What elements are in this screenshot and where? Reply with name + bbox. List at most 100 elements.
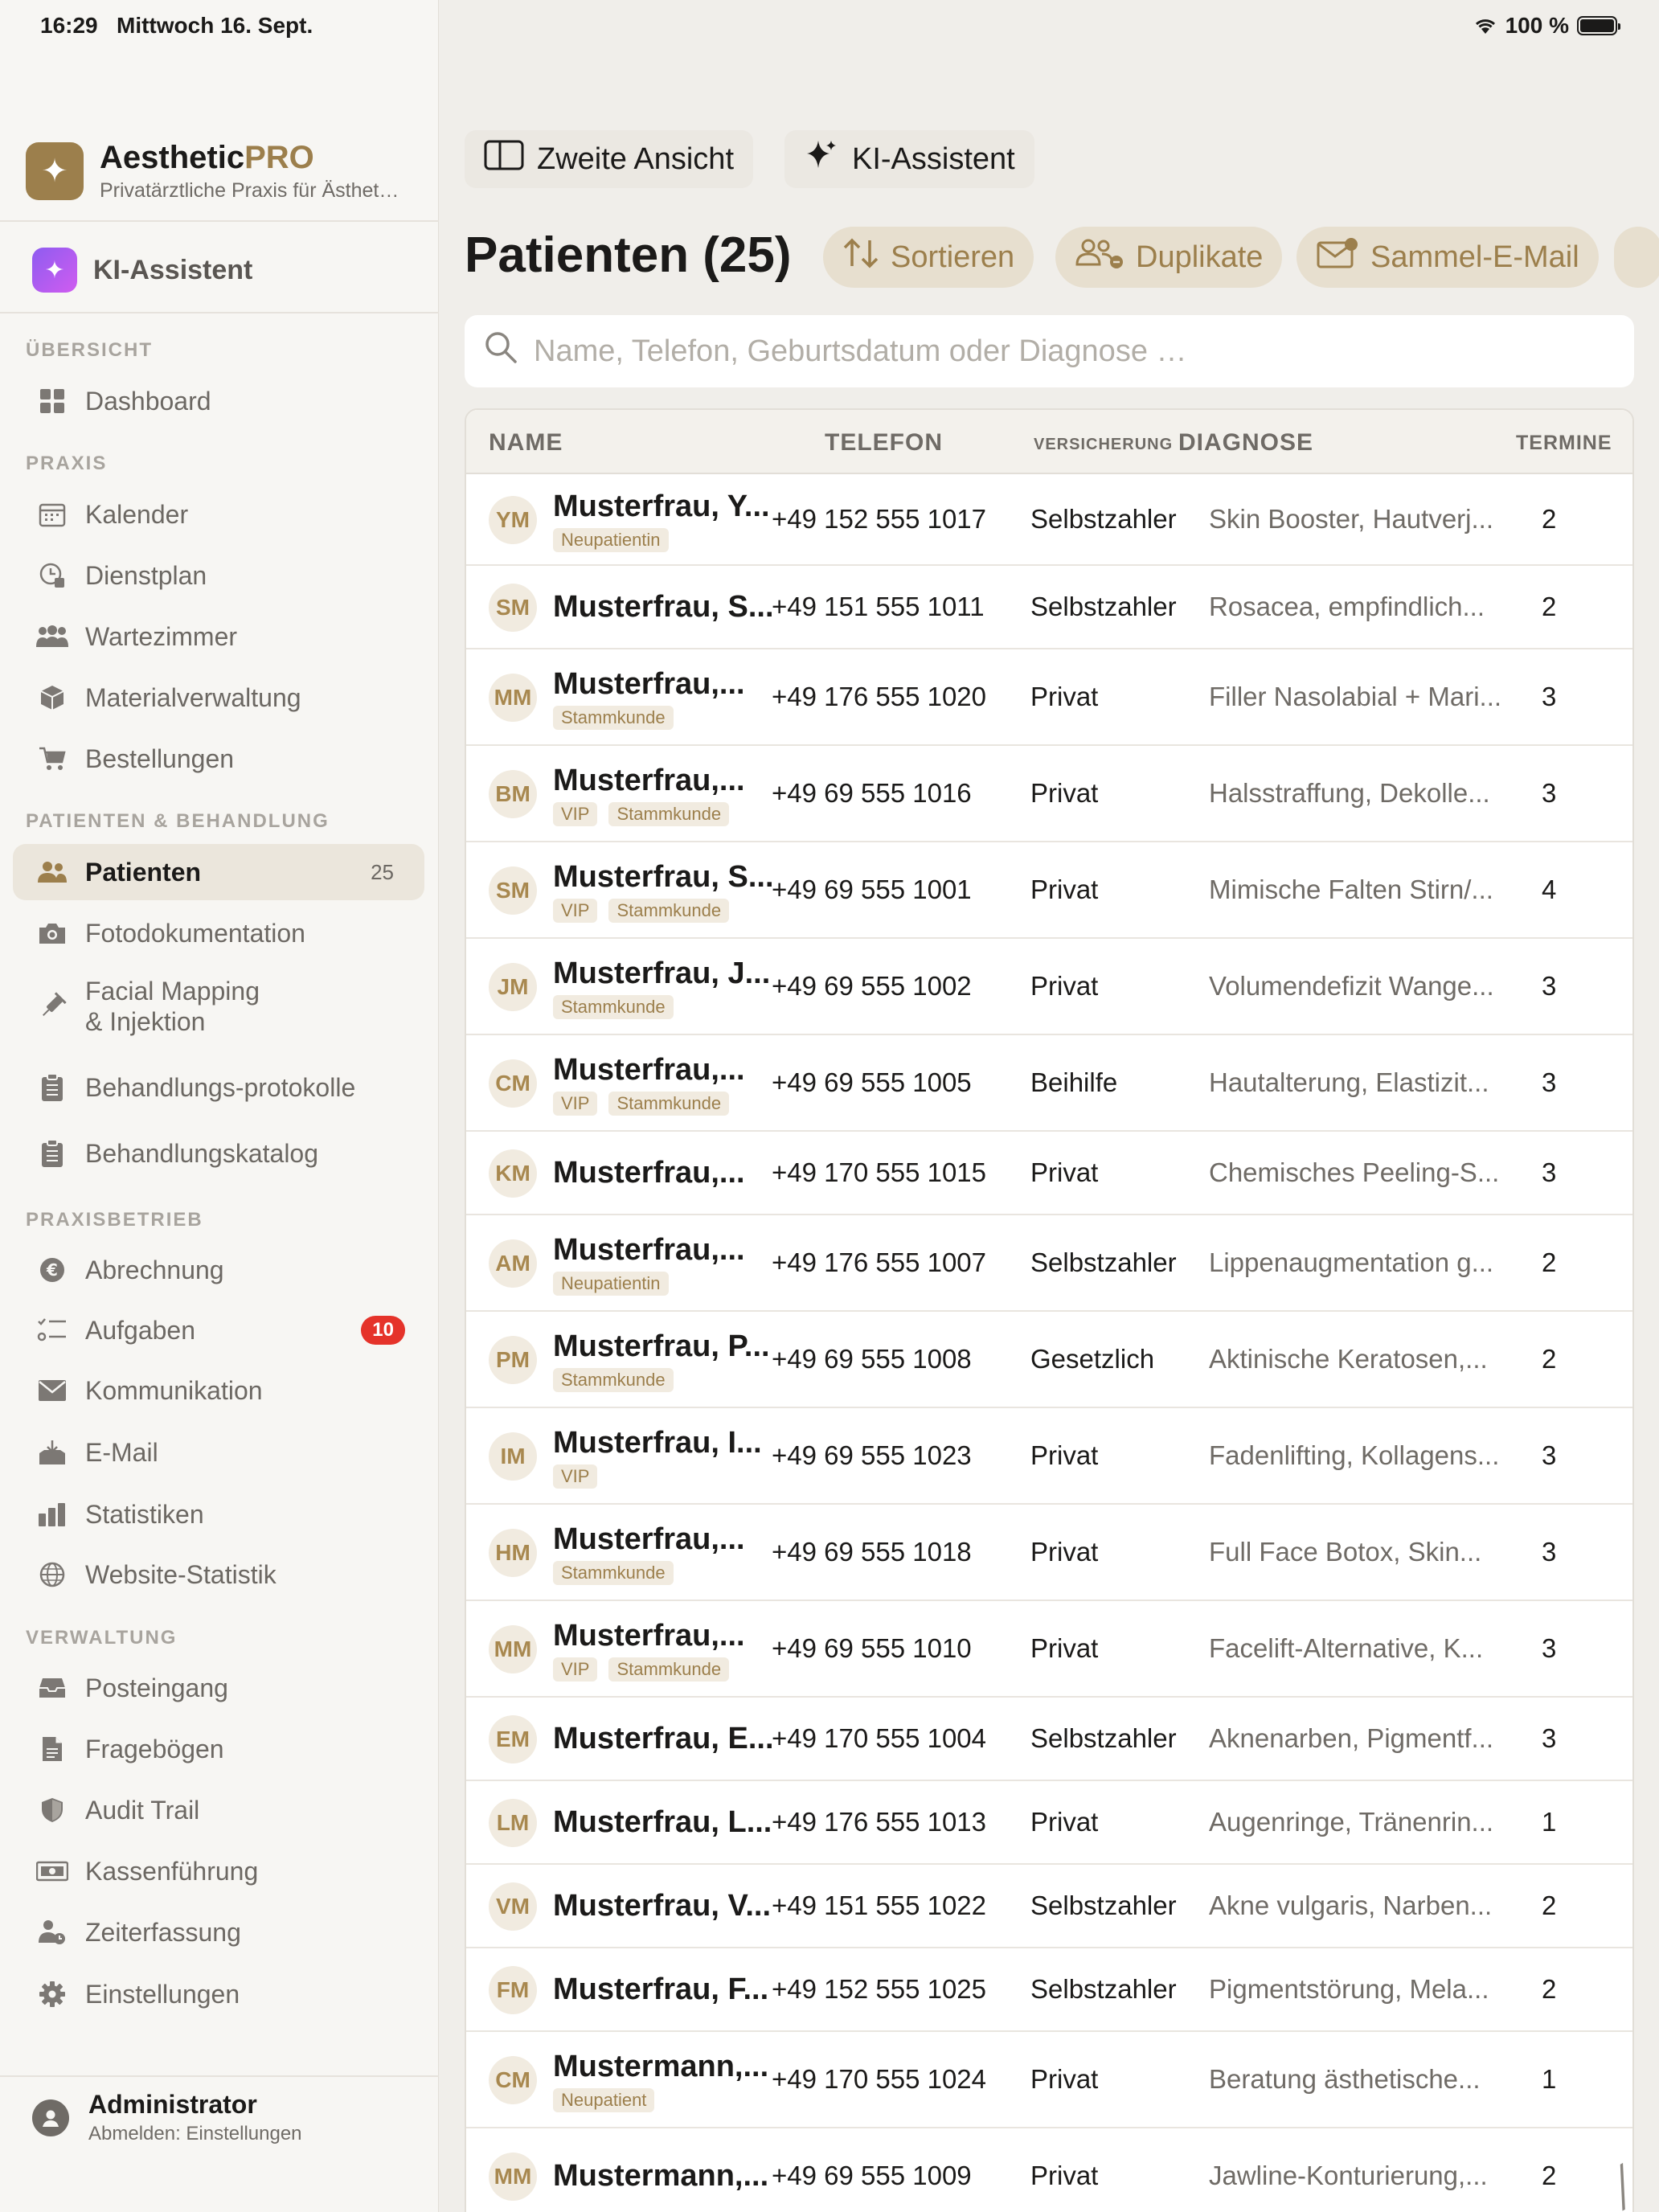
patient-insurance: Selbstzahler xyxy=(1030,504,1177,534)
patient-tags: Neupatientin xyxy=(553,528,669,552)
duplicates-button[interactable]: Duplikate xyxy=(1055,227,1283,288)
patient-insurance: Privat xyxy=(1030,2064,1099,2094)
table-row[interactable]: FM Musterfrau, F... +49 152 555 1025 Selbst… xyxy=(466,1948,1632,2032)
status-indicators: 100 % xyxy=(1473,13,1620,39)
patient-tags: Neupatientin xyxy=(553,1272,669,1296)
sidebar-item-behandlungskatalog[interactable]: Behandlungskatalog xyxy=(13,1125,424,1182)
patient-name: Musterfrau,... xyxy=(553,1053,745,1087)
sidebar-item-fotodokumentation[interactable]: Fotodokumentation xyxy=(13,905,424,961)
sidebar-item-website-statistik[interactable]: Website-Statistik xyxy=(13,1546,424,1603)
mass-mail-button[interactable]: Sammel-E-Mail xyxy=(1296,227,1599,288)
sidebar-item-abrechnung[interactable]: € Abrechnung xyxy=(13,1242,424,1298)
table-row[interactable]: MM Mustermann,... +49 69 555 1009 Privat Jaw… xyxy=(466,2128,1632,2212)
table-row[interactable]: CM Mustermann,... Neupatient +49 170 555 10… xyxy=(466,2032,1632,2128)
sidebar-item-patienten[interactable]: Patienten 25 xyxy=(13,844,424,900)
sidebar-item-statistiken[interactable]: Statistiken xyxy=(13,1486,424,1542)
patient-phone: +49 69 555 1005 xyxy=(772,1067,972,1097)
patient-insurance: Privat xyxy=(1030,1633,1099,1663)
patient-appointments: 3 xyxy=(1542,1067,1557,1097)
ki-assistant-button[interactable]: ✦ KI-Assistent xyxy=(32,248,252,293)
sidebar-item-posteingang[interactable]: Posteingang xyxy=(13,1660,424,1716)
table-row[interactable]: BM Musterfrau,... VIP Stammkunde +49 69 555 … xyxy=(466,746,1632,842)
patient-phone: +49 152 555 1025 xyxy=(772,1974,987,2004)
table-row[interactable]: KM Musterfrau,... +49 170 555 1015 Privat Ch… xyxy=(466,1132,1632,1215)
patient-insurance: Selbstzahler xyxy=(1030,1890,1177,1920)
patient-diagnosis: Aktinische Keratosen,... xyxy=(1209,1344,1488,1374)
table-row[interactable]: MM Musterfrau,... Stammkunde +49 176 555 10… xyxy=(466,649,1632,746)
patient-diagnosis: Augenringe, Tränenrin... xyxy=(1209,1807,1494,1837)
patient-insurance: Privat xyxy=(1030,1537,1099,1567)
people-minus-icon xyxy=(1075,237,1124,277)
patient-appointments: 2 xyxy=(1542,1344,1557,1374)
patient-name: Musterfrau, F... xyxy=(553,1972,769,2006)
patient-tags: Stammkunde xyxy=(553,995,674,1019)
sidebar-item-bestellungen[interactable]: Bestellungen xyxy=(13,731,424,787)
search-bar[interactable] xyxy=(465,315,1634,387)
patient-name: Musterfrau, S... xyxy=(553,860,772,894)
patient-insurance: Gesetzlich xyxy=(1030,1344,1155,1374)
patient-avatar: MM xyxy=(489,2153,537,2201)
column-header-insurance[interactable]: VERSICHERUNG xyxy=(1034,436,1173,454)
duplicates-label: Duplikate xyxy=(1136,240,1264,274)
svg-text:€: € xyxy=(46,1260,58,1280)
patient-avatar: FM xyxy=(489,1966,537,2014)
people-icon xyxy=(34,854,71,891)
user-account[interactable]: Administrator Abmelden: Einstellungen xyxy=(32,2090,302,2145)
ki-assistant-toolbar-button[interactable]: KI-Assistent xyxy=(784,130,1034,188)
column-header-name[interactable]: NAME xyxy=(489,429,563,457)
patient-appointments: 2 xyxy=(1542,504,1557,534)
table-row[interactable]: PM Musterfrau, P... Stammkunde +49 69 555 1… xyxy=(466,1312,1632,1408)
column-header-diagnosis[interactable]: DIAGNOSE xyxy=(1178,429,1313,457)
table-row[interactable]: IM Musterfrau, I... VIP +49 69 555 1023 Priv… xyxy=(466,1408,1632,1505)
sidebar-item-audit-trail[interactable]: Audit Trail xyxy=(13,1782,424,1838)
table-row[interactable]: SM Musterfrau, S... VIP Stammkunde +49 69 55… xyxy=(466,842,1632,939)
sidebar-item-zeiterfassung[interactable]: Zeiterfassung xyxy=(13,1904,424,1960)
sparkles-icon xyxy=(804,137,839,181)
more-actions-button[interactable] xyxy=(1614,227,1659,288)
table-row[interactable]: YM Musterfrau, Y... Neupatientin +49 152 55… xyxy=(466,474,1632,566)
sidebar-item-kalender[interactable]: Kalender xyxy=(13,486,424,543)
table-row[interactable]: JM Musterfrau, J... Stammkunde +49 69 555 1… xyxy=(466,939,1632,1035)
second-view-button[interactable]: Zweite Ansicht xyxy=(465,130,753,188)
patient-avatar: PM xyxy=(489,1336,537,1384)
table-row[interactable]: MM Musterfrau,... VIP Stammkunde +49 69 555 … xyxy=(466,1601,1632,1698)
table-row[interactable]: CM Musterfrau,... VIP Stammkunde +49 69 555 … xyxy=(466,1035,1632,1132)
sidebar-item-email[interactable]: E-Mail xyxy=(13,1424,424,1481)
person-clock-icon xyxy=(34,1914,71,1951)
clock-calendar-icon xyxy=(34,557,71,594)
sidebar-item-label: Fotodokumentation xyxy=(85,918,305,948)
patient-avatar: EM xyxy=(489,1715,537,1763)
table-row[interactable]: LM Musterfrau, L... +49 176 555 1013 Privat… xyxy=(466,1781,1632,1865)
brand[interactable]: ✦ AestheticPRO Privatärztliche Praxis fü… xyxy=(26,140,429,203)
sidebar-item-frageboegen[interactable]: Fragebögen xyxy=(13,1721,424,1777)
sidebar-item-dienstplan[interactable]: Dienstplan xyxy=(13,547,424,604)
sidebar-item-kommunikation[interactable]: Kommunikation xyxy=(13,1362,424,1419)
patient-diagnosis: Filler Nasolabial + Mari... xyxy=(1209,682,1502,711)
sidebar-item-kassenfuehrung[interactable]: Kassenführung xyxy=(13,1843,424,1899)
table-row[interactable]: SM Musterfrau, S... +49 151 555 1011 Selbst… xyxy=(466,566,1632,649)
table-row[interactable]: VM Musterfrau, V... +49 151 555 1022 Selbst… xyxy=(466,1865,1632,1948)
sidebar-item-label: Statistiken xyxy=(85,1499,204,1529)
sidebar-item-wartezimmer[interactable]: Wartezimmer xyxy=(13,608,424,665)
sidebar-item-behandlungsprotokolle[interactable]: Behandlungs-protokolle xyxy=(13,1059,424,1116)
table-row[interactable]: EM Musterfrau, E... +49 170 555 1004 Selbst… xyxy=(466,1698,1632,1781)
sidebar-item-aufgaben[interactable]: Aufgaben 10 xyxy=(13,1302,424,1358)
patient-diagnosis: Pigmentstörung, Mela... xyxy=(1209,1974,1489,2004)
sidebar-item-einstellungen[interactable]: Einstellungen xyxy=(13,1966,424,2022)
sidebar-item-dashboard[interactable]: Dashboard xyxy=(13,373,424,429)
patient-appointments: 3 xyxy=(1542,1723,1557,1753)
sort-button[interactable]: Sortieren xyxy=(823,227,1034,288)
patient-phone: +49 170 555 1004 xyxy=(772,1723,987,1753)
column-header-phone[interactable]: TELEFON xyxy=(825,429,943,457)
table-row[interactable]: HM Musterfrau,... Stammkunde +49 69 555 101… xyxy=(466,1505,1632,1601)
patient-name: Mustermann,... xyxy=(553,2050,769,2083)
search-input[interactable] xyxy=(534,334,1579,369)
column-header-appointments[interactable]: TERMINE xyxy=(1516,432,1612,455)
patient-diagnosis: Beratung ästhetische... xyxy=(1209,2064,1481,2094)
patient-avatar: SM xyxy=(489,866,537,915)
sidebar-item-facial-mapping[interactable]: Facial Mapping & Injektion xyxy=(13,968,424,1045)
sidebar-item-label: Wartezimmer xyxy=(85,621,238,651)
sidebar-item-materialverwaltung[interactable]: Materialverwaltung xyxy=(13,670,424,726)
table-row[interactable]: AM Musterfrau,... Neupatientin +49 176 555 … xyxy=(466,1215,1632,1312)
sidebar-item-label: Materialverwaltung xyxy=(85,682,301,712)
